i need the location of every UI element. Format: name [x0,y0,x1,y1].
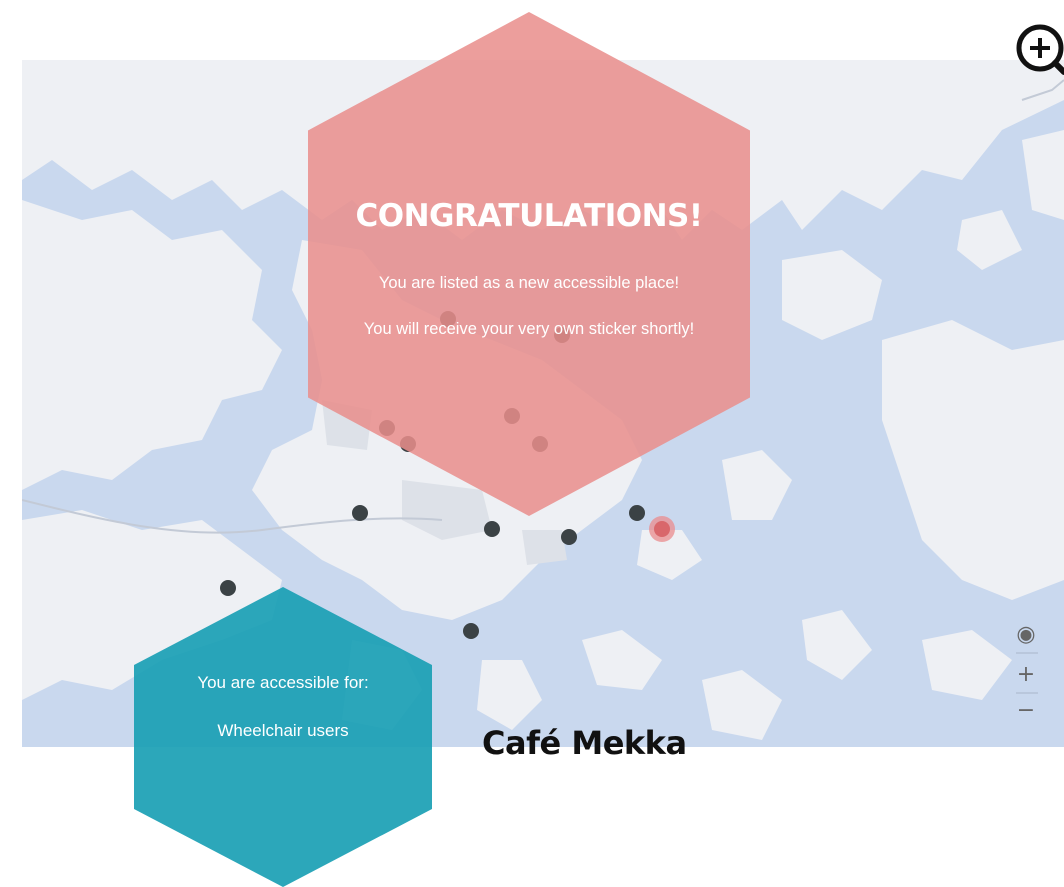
map-pin[interactable] [484,521,500,537]
map-pin[interactable] [220,580,236,596]
congratulations-title: CONGRATULATIONS! [355,198,703,234]
map-pin[interactable] [629,505,645,521]
zoom-out-button[interactable]: − [1010,694,1042,726]
control-divider [1016,652,1038,654]
accessibility-item: Wheelchair users [217,721,349,740]
listed-message: You are listed as a new accessible place… [378,274,680,292]
sticker-message: You will receive your very own sticker s… [363,320,695,338]
place-name: Café Mekka [482,724,687,762]
locate-icon[interactable]: ◉ [1010,618,1042,650]
zoom-in-magnifier-icon[interactable] [1014,22,1064,78]
map-pin[interactable] [352,505,368,521]
map-controls: ◉ + − [1010,618,1042,728]
accessible-for-label: You are accessible for: [197,673,369,692]
map-pin[interactable] [463,623,479,639]
map-pin-selected[interactable] [654,521,670,537]
zoom-in-button[interactable]: + [1010,658,1042,690]
map-pin[interactable] [561,529,577,545]
